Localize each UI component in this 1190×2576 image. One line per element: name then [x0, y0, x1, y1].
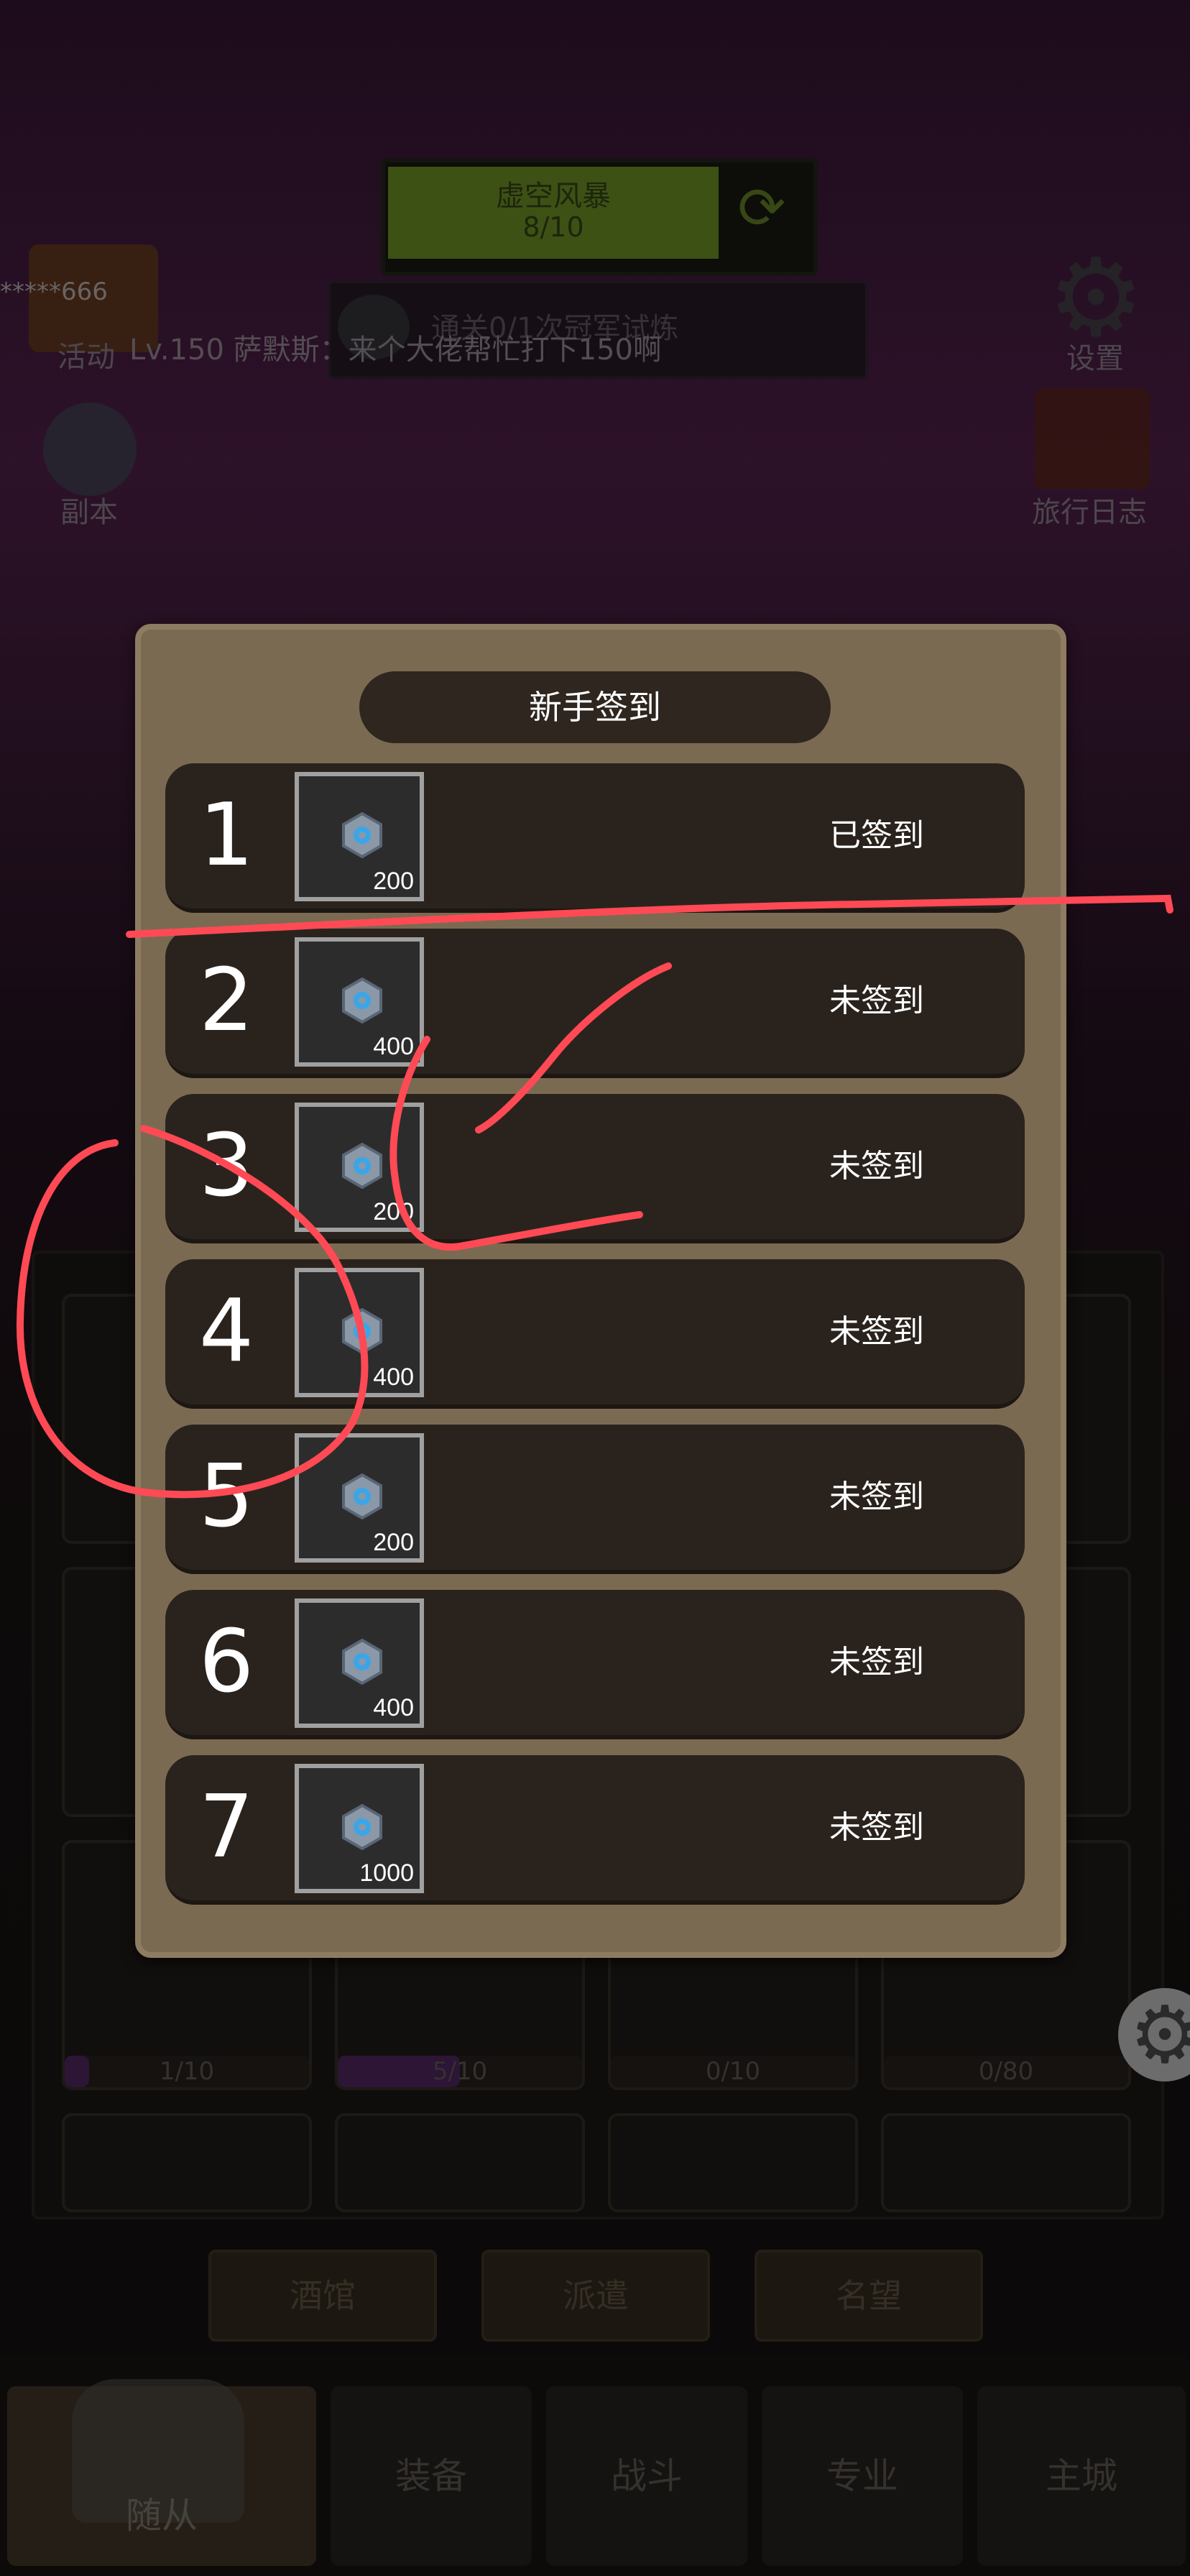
day-number: 6 — [198, 1612, 254, 1712]
reward-qty: 200 — [373, 1198, 414, 1225]
day-number: 1 — [198, 786, 254, 886]
reward-item[interactable]: 400 — [295, 937, 424, 1067]
gem-icon — [342, 1804, 382, 1850]
reward-qty: 400 — [373, 1033, 414, 1060]
gem-icon — [342, 1639, 382, 1685]
reward-qty: 200 — [373, 1529, 414, 1556]
checkin-status[interactable]: 未签到 — [790, 1590, 963, 1735]
checkin-status[interactable]: 未签到 — [790, 1755, 963, 1900]
reward-qty: 200 — [373, 868, 414, 895]
day-number: 3 — [198, 1116, 254, 1216]
day-number: 5 — [198, 1447, 254, 1547]
reward-qty: 1000 — [359, 1859, 414, 1887]
reward-qty: 400 — [373, 1694, 414, 1721]
gem-icon — [342, 1308, 382, 1354]
gem-icon — [342, 812, 382, 858]
checkin-status[interactable]: 未签到 — [790, 1425, 963, 1570]
checkin-status[interactable]: 已签到 — [790, 763, 963, 908]
day-number: 4 — [198, 1282, 254, 1381]
reward-item[interactable]: 200 — [295, 772, 424, 901]
checkin-status[interactable]: 未签到 — [790, 929, 963, 1074]
gem-icon — [342, 1473, 382, 1519]
day-number: 2 — [198, 951, 254, 1051]
day-number: 7 — [198, 1777, 254, 1877]
reward-item[interactable]: 1000 — [295, 1764, 424, 1893]
reward-item[interactable]: 400 — [295, 1268, 424, 1397]
gem-icon — [342, 978, 382, 1024]
reward-item[interactable]: 200 — [295, 1433, 424, 1563]
checkin-status[interactable]: 未签到 — [790, 1094, 963, 1239]
dialog-title: 新手签到 — [529, 688, 661, 727]
checkin-status[interactable]: 未签到 — [790, 1259, 963, 1404]
reward-qty: 400 — [373, 1363, 414, 1391]
reward-item[interactable]: 200 — [295, 1103, 424, 1232]
reward-item[interactable]: 400 — [295, 1598, 424, 1728]
gem-icon — [342, 1143, 382, 1189]
